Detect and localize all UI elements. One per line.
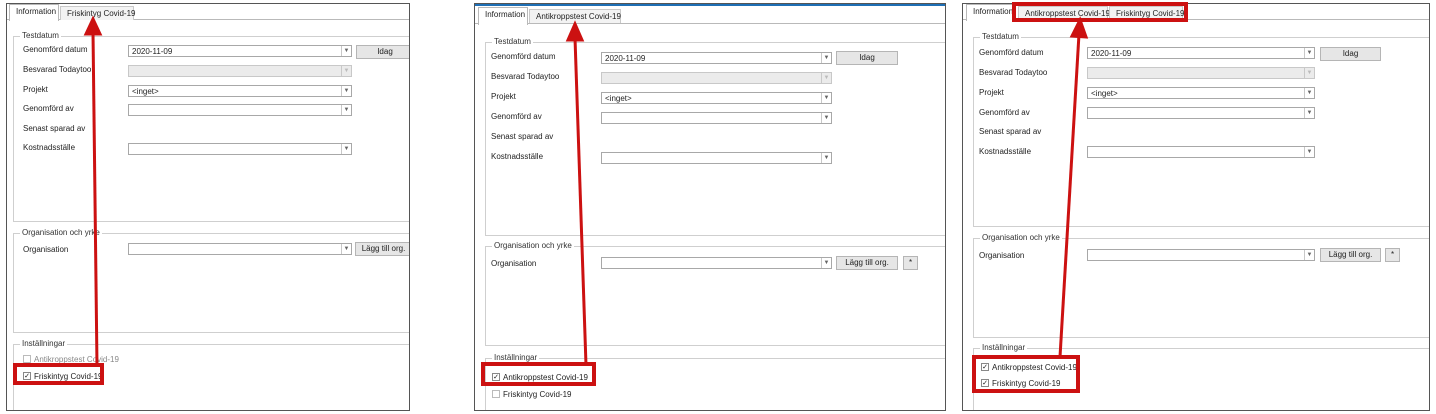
arrow-head-icon: [1069, 16, 1089, 39]
arrow-line: [573, 37, 588, 366]
arrow-head-icon: [565, 20, 585, 42]
arrow-line: [1058, 33, 1081, 358]
arrow-head-icon: [83, 15, 103, 36]
annotation-arrows: [83, 15, 1089, 367]
arrow-line: [91, 31, 99, 367]
